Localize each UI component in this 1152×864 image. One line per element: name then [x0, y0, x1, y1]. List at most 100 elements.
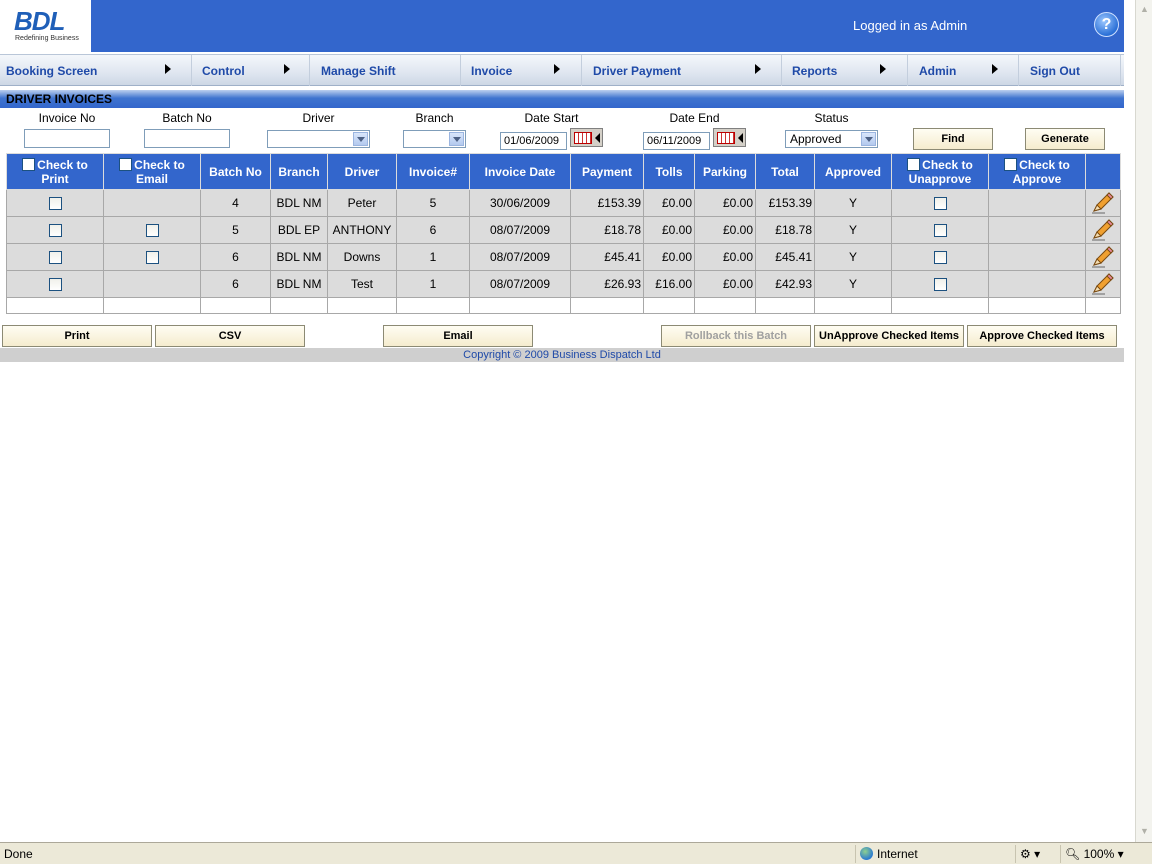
edit-cell: [1085, 243, 1121, 271]
print-button[interactable]: Print: [2, 325, 152, 347]
generate-button[interactable]: Generate: [1025, 128, 1105, 150]
edit-pencil-icon[interactable]: [1091, 246, 1115, 268]
print-checkbox[interactable]: [48, 251, 62, 265]
invoice-no-label: Invoice No: [38, 111, 96, 125]
email-button[interactable]: Email: [383, 325, 533, 347]
help-icon[interactable]: ?: [1094, 12, 1119, 37]
col-check-approve: Check to Approve: [988, 153, 1086, 190]
status-label: Status: [814, 111, 849, 125]
invoice-num-cell: 1: [396, 270, 470, 298]
chevron-down-icon[interactable]: [353, 132, 368, 146]
page-title-bar: DRIVER INVOICES: [0, 90, 1124, 108]
email-cell: [103, 243, 201, 271]
parking-cell: £0.00: [694, 243, 756, 271]
invoices-table: Check to Print Check to Email Batch No B…: [6, 153, 1121, 314]
menu-label: Control: [202, 64, 245, 78]
approve-cell: [988, 189, 1086, 217]
submenu-arrow-icon: [880, 64, 886, 74]
col-batch-no: Batch No: [200, 153, 271, 190]
col-parking: Parking: [694, 153, 756, 190]
unapprove-checkbox[interactable]: [933, 197, 947, 211]
approve-cell: [988, 270, 1086, 298]
rollback-batch-button[interactable]: Rollback this Batch: [661, 325, 811, 347]
chevron-down-icon[interactable]: [449, 132, 464, 146]
calendar-icon[interactable]: [570, 128, 603, 147]
unapprove-checkbox[interactable]: [933, 251, 947, 265]
chevron-down-icon[interactable]: [861, 132, 876, 146]
batch-no-cell: 6: [200, 243, 271, 271]
print-cell: [6, 189, 104, 217]
menu-item-invoice[interactable]: Invoice: [461, 55, 582, 86]
date-start-input[interactable]: 01/06/2009: [500, 132, 567, 150]
print-checkbox[interactable]: [48, 197, 62, 211]
total-cell: £18.78: [755, 216, 815, 244]
branch-cell: BDL NM: [270, 270, 328, 298]
invoice-num-cell: 5: [396, 189, 470, 217]
submenu-arrow-icon: [165, 64, 171, 74]
edit-pencil-icon[interactable]: [1091, 192, 1115, 214]
menu-label: Manage Shift: [321, 64, 396, 78]
branch-select[interactable]: [403, 130, 466, 148]
batch-no-input[interactable]: [144, 129, 230, 148]
unapprove-checked-button[interactable]: UnApprove Checked Items: [814, 325, 964, 347]
zoom-control[interactable]: 🔍︎ 100% ▾: [1060, 845, 1152, 863]
zone-label: Internet: [877, 847, 918, 861]
menu-item-driver-payment[interactable]: Driver Payment: [582, 55, 782, 86]
find-button[interactable]: Find: [913, 128, 993, 150]
menu-label: Driver Payment: [593, 64, 682, 78]
total-cell: £153.39: [755, 189, 815, 217]
status-text: Done: [4, 847, 33, 861]
bdl-logo[interactable]: BDL Redefining Business: [0, 0, 91, 52]
driver-select[interactable]: [267, 130, 370, 148]
page-footer: Copyright © 2009 Business Dispatch Ltd: [0, 348, 1124, 362]
table-footer-row: [6, 297, 1121, 314]
menu-item-reports[interactable]: Reports: [782, 55, 908, 86]
page-title: DRIVER INVOICES: [6, 92, 113, 106]
menu-item-sign-out[interactable]: Sign Out: [1019, 55, 1121, 86]
edit-cell: [1085, 270, 1121, 298]
menu-item-booking-screen[interactable]: Booking Screen: [0, 55, 192, 86]
approve-checked-button[interactable]: Approve Checked Items: [967, 325, 1117, 347]
tolls-cell: £0.00: [643, 243, 695, 271]
branch-cell: BDL EP: [270, 216, 328, 244]
calendar-grid-icon: [574, 132, 592, 144]
col-check-unapprove: Check to Unapprove: [891, 153, 989, 190]
select-all-print-checkbox[interactable]: [22, 157, 36, 171]
email-checkbox[interactable]: [145, 251, 159, 265]
table-row: 6 BDL NM Test 1 08/07/2009 £26.93 £16.00…: [6, 270, 1121, 298]
col-payment: Payment: [570, 153, 644, 190]
scroll-down-icon[interactable]: ▼: [1138, 824, 1151, 838]
unapprove-checkbox[interactable]: [933, 224, 947, 238]
edit-cell: [1085, 216, 1121, 244]
status-select[interactable]: Approved: [785, 130, 878, 148]
unapprove-checkbox[interactable]: [933, 278, 947, 292]
edit-cell: [1085, 189, 1121, 217]
edit-pencil-icon[interactable]: [1091, 273, 1115, 295]
menu-item-admin[interactable]: Admin: [908, 55, 1019, 86]
email-checkbox[interactable]: [145, 224, 159, 238]
date-end-input[interactable]: 06/11/2009: [643, 132, 710, 150]
select-all-email-checkbox[interactable]: [119, 157, 133, 171]
print-checkbox[interactable]: [48, 224, 62, 238]
main-menu: Booking Screen Control Manage Shift Invo…: [0, 54, 1124, 86]
col-check-email: Check to Email: [103, 153, 201, 190]
col-total: Total: [755, 153, 815, 190]
csv-button[interactable]: CSV: [155, 325, 305, 347]
scroll-up-icon[interactable]: ▲: [1138, 2, 1151, 16]
logo-tagline: Redefining Business: [15, 35, 79, 42]
menu-item-control[interactable]: Control: [192, 55, 310, 86]
select-all-unapprove-checkbox[interactable]: [907, 157, 921, 171]
invoice-no-input[interactable]: [24, 129, 110, 148]
approved-cell: Y: [814, 189, 892, 217]
select-all-approve-checkbox[interactable]: [1004, 157, 1018, 171]
edit-pencil-icon[interactable]: [1091, 219, 1115, 241]
parking-cell: £0.00: [694, 189, 756, 217]
protected-mode-icon[interactable]: ⚙ ▾: [1015, 845, 1057, 863]
menu-item-manage-shift[interactable]: Manage Shift: [310, 55, 461, 86]
col-approved: Approved: [814, 153, 892, 190]
branch-label: Branch: [415, 111, 454, 125]
calendar-icon[interactable]: [713, 128, 746, 147]
vertical-scrollbar[interactable]: ▲ ▼: [1135, 0, 1152, 842]
print-checkbox[interactable]: [48, 278, 62, 292]
approved-cell: Y: [814, 216, 892, 244]
